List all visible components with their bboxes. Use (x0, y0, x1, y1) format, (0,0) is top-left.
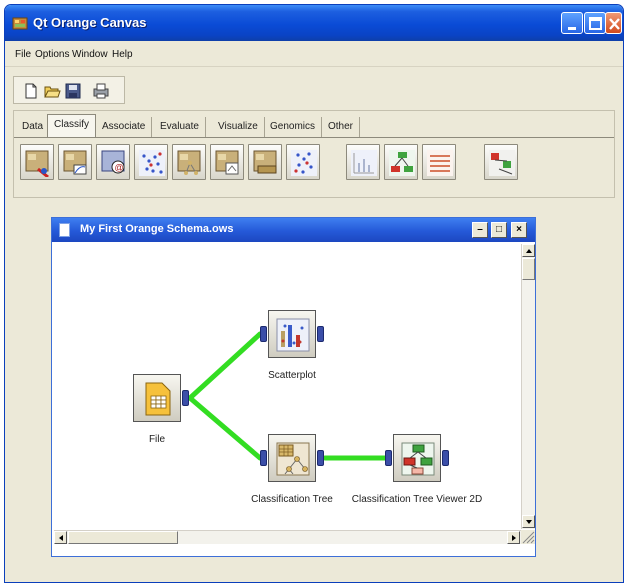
menu-window[interactable]: Window (72, 49, 108, 60)
majority-widget-icon[interactable]: @ (96, 144, 130, 180)
resize-grip-icon[interactable] (521, 530, 535, 544)
file-icon (145, 382, 171, 416)
scroll-up-arrow-icon[interactable] (522, 244, 535, 257)
tree-viewer-node[interactable] (393, 434, 441, 482)
save-disk-icon[interactable] (64, 82, 82, 100)
tree-viewer-output-channel[interactable] (442, 450, 449, 466)
tab-genomics[interactable]: Genomics (264, 117, 323, 137)
close-button[interactable] (605, 12, 622, 34)
menu-options[interactable]: Options (35, 49, 69, 60)
widget-panel: @ (14, 137, 614, 197)
svg-text:@: @ (115, 163, 124, 173)
title-bar[interactable]: Qt Orange Canvas (5, 5, 623, 41)
tree-viewer-icon (401, 442, 435, 476)
tab-data[interactable]: Data (16, 117, 51, 137)
classification-tree-node-label: Classification Tree (251, 494, 333, 505)
schema-title: My First Orange Schema.ows (80, 223, 234, 235)
new-document-icon[interactable] (22, 82, 40, 100)
link-file-to-classification-tree[interactable] (187, 395, 263, 461)
classification-tree-input-channel[interactable] (260, 450, 267, 466)
nomogram-widget-icon[interactable] (484, 144, 518, 180)
scroll-down-arrow-icon[interactable] (522, 515, 535, 528)
orange-app-icon (12, 17, 28, 30)
tab-other[interactable]: Other (322, 117, 361, 137)
knn-widget-icon[interactable] (134, 144, 168, 180)
scatterplot-output-channel[interactable] (317, 326, 324, 342)
vertical-scrollbar[interactable] (521, 244, 535, 529)
minimize-button[interactable] (561, 12, 583, 34)
tree-viewer-input-channel[interactable] (385, 450, 392, 466)
horizontal-scroll-thumb[interactable] (68, 531, 178, 544)
link-file-to-scatterplot[interactable] (187, 331, 263, 401)
classification-tree-node[interactable] (268, 434, 316, 482)
cn2-widget-icon[interactable] (286, 144, 320, 180)
vertical-scroll-thumb[interactable] (522, 258, 535, 280)
scroll-left-arrow-icon[interactable] (54, 531, 67, 544)
schema-close-button[interactable]: × (511, 222, 527, 238)
print-icon[interactable] (92, 82, 110, 100)
schema-minimize-button[interactable]: – (472, 222, 488, 238)
naive-bayes-widget-icon[interactable] (20, 144, 54, 180)
scatterplot-icon (276, 318, 310, 352)
toolbar (13, 76, 125, 104)
scroll-right-arrow-icon[interactable] (507, 531, 520, 544)
window-title: Qt Orange Canvas (33, 15, 147, 30)
open-folder-icon[interactable] (43, 82, 61, 100)
classification-tree-widget-icon[interactable] (172, 144, 206, 180)
menu-bar: File Options Window Help (5, 41, 623, 67)
scatterplot-input-channel[interactable] (260, 326, 267, 342)
file-node[interactable] (133, 374, 181, 422)
c45-widget-icon[interactable] (210, 144, 244, 180)
schema-window: My First Orange Schema.ows – □ × File Sc… (51, 217, 536, 557)
tab-evaluate[interactable]: Evaluate (154, 117, 206, 137)
widget-tab-bar: Data Classify Associate Evaluate Visuali… (13, 110, 615, 198)
rules-viewer-widget-icon[interactable] (422, 144, 456, 180)
logistic-regression-widget-icon[interactable] (58, 144, 92, 180)
document-icon (59, 223, 70, 237)
tab-associate[interactable]: Associate (96, 117, 153, 137)
schema-title-bar[interactable]: My First Orange Schema.ows – □ × (52, 218, 535, 242)
file-node-label: File (148, 434, 166, 445)
classification-tree-output-channel[interactable] (317, 450, 324, 466)
main-window: Qt Orange Canvas File Options Window Hel… (4, 4, 624, 583)
svm-widget-icon[interactable] (346, 144, 380, 180)
tab-visualize[interactable]: Visualize (212, 117, 265, 137)
classification-tree-icon (276, 442, 310, 476)
tab-classify[interactable]: Classify (47, 114, 97, 138)
tree-viewer-node-label: Classification Tree Viewer 2D (351, 494, 483, 505)
file-output-channel[interactable] (182, 390, 189, 406)
horizontal-scrollbar[interactable] (54, 530, 521, 544)
scatterplot-node[interactable] (268, 310, 316, 358)
maximize-button[interactable] (584, 12, 606, 34)
schema-maximize-button[interactable]: □ (491, 222, 507, 238)
interactive-tree-widget-icon[interactable] (248, 144, 282, 180)
scatterplot-node-label: Scatterplot (268, 370, 316, 381)
link-layer (187, 331, 388, 461)
menu-file[interactable]: File (15, 49, 31, 60)
schema-canvas[interactable]: File Scatterplot Classification Tree Cla… (54, 244, 519, 529)
menu-help[interactable]: Help (112, 49, 133, 60)
tree-viewer-widget-icon[interactable] (384, 144, 418, 180)
